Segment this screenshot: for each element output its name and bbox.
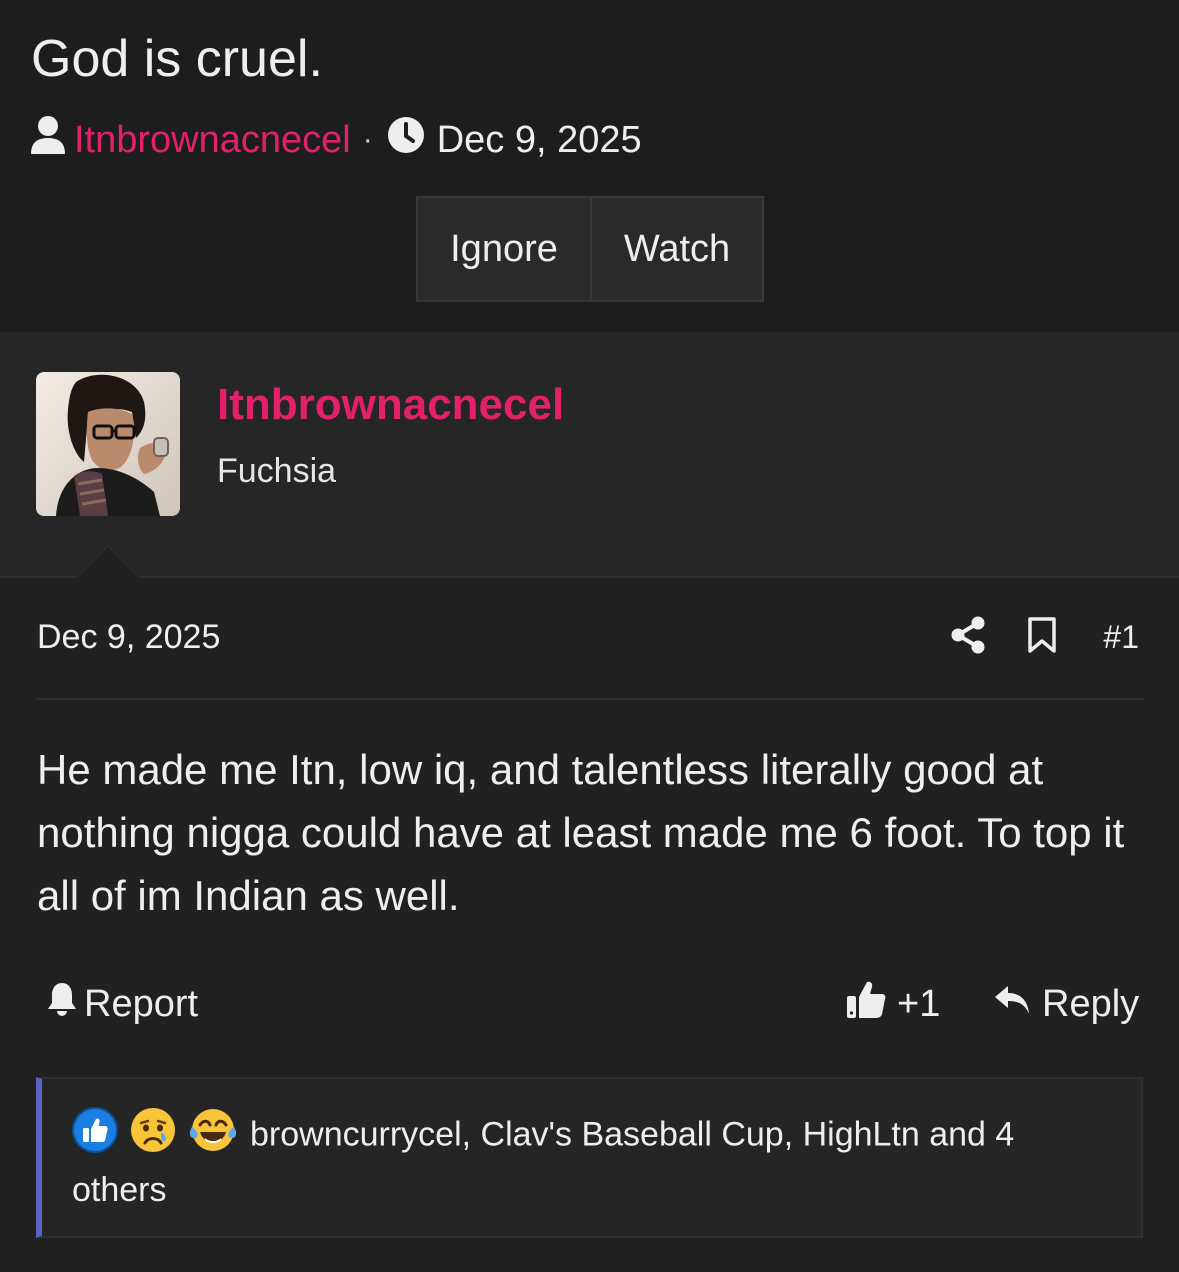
reply-label: Reply (1042, 982, 1140, 1025)
bell-icon (46, 981, 78, 1027)
thread-date[interactable]: Dec 9, 2025 (437, 119, 642, 162)
user-icon (30, 115, 66, 165)
thread-header: God is cruel. Itnbrownacnecel · Dec 9, 2… (0, 0, 1179, 332)
post-username[interactable]: Itnbrownacnecel (217, 380, 564, 430)
reply-button[interactable]: Reply (994, 980, 1139, 1028)
clock-icon (387, 116, 425, 164)
post-date[interactable]: Dec 9, 2025 (37, 618, 220, 657)
thread-title: God is cruel. (31, 30, 323, 88)
watch-button[interactable]: Watch (592, 198, 762, 300)
user-block-pointer-inner (77, 547, 139, 578)
thread-author-link[interactable]: Itnbrownacnecel (74, 119, 351, 162)
post-user-block: Itnbrownacnecel Fuchsia (0, 332, 1179, 578)
avatar[interactable] (36, 372, 180, 516)
report-label: Report (84, 982, 199, 1025)
tears-of-joy-icon (188, 1107, 238, 1166)
share-icon[interactable] (951, 616, 985, 659)
thumbs-up-reaction-icon (72, 1107, 118, 1166)
user-title: Fuchsia (217, 452, 337, 490)
thread-meta: Itnbrownacnecel · Dec 9, 2025 (30, 116, 642, 164)
like-button[interactable]: +1 (845, 980, 940, 1028)
post-body: He made me Itn, low iq, and talentless l… (37, 746, 1125, 919)
like-count: +1 (897, 982, 941, 1025)
meta-separator: · (362, 123, 373, 156)
post-divider (36, 698, 1143, 700)
ignore-button[interactable]: Ignore (418, 198, 592, 300)
reactions-bar[interactable]: browncurrycel, Clav's Baseball Cup, High… (36, 1077, 1143, 1238)
thumbs-up-icon (845, 978, 887, 1030)
thread-button-group: Ignore Watch (416, 196, 764, 302)
post-actions-top: #1 (951, 612, 1139, 662)
reply-icon (994, 983, 1030, 1026)
post-number-link[interactable]: #1 (1103, 619, 1139, 656)
report-button[interactable]: Report (46, 980, 198, 1028)
bookmark-icon[interactable] (1027, 616, 1057, 659)
crying-face-icon (130, 1107, 176, 1166)
